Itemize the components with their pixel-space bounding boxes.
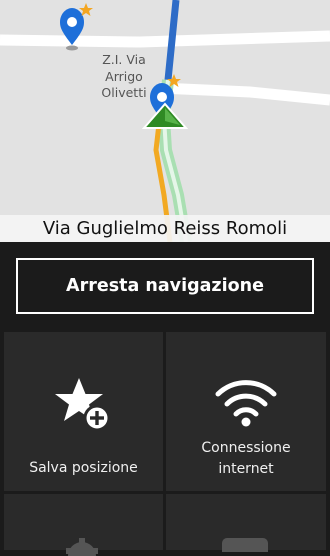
- wifi-icon: [215, 380, 277, 427]
- save-position-tile[interactable]: Salva posizione: [4, 332, 163, 491]
- navigation-arrow-icon: [141, 102, 189, 129]
- poi-label-line: Z.I. Via: [102, 52, 146, 67]
- stop-navigation-button[interactable]: Arresta navigazione: [16, 258, 314, 314]
- map-canvas: [0, 0, 330, 242]
- internet-connection-tile[interactable]: Connessione internet: [166, 332, 326, 491]
- map-view[interactable]: Z.I. Via Arrigo Olivetti: [0, 0, 330, 242]
- road: [159, 82, 330, 106]
- tile-four[interactable]: [166, 494, 326, 552]
- settings-gear-icon: [66, 538, 98, 556]
- poi-label: Z.I. Via Arrigo Olivetti: [96, 52, 152, 102]
- poi-label-line: Arrigo: [105, 68, 143, 84]
- internet-connection-text: Connessione internet: [201, 440, 291, 477]
- road: [0, 30, 330, 48]
- internet-connection-label: Connessione internet: [166, 438, 326, 480]
- save-position-label: Salva posizione: [29, 460, 138, 476]
- route-segment-blue: [164, 0, 180, 81]
- settings-tile[interactable]: [4, 494, 163, 556]
- poi-label-line: Olivetti: [101, 85, 147, 100]
- star-add-icon: [55, 378, 111, 432]
- current-street-name: Via Guglielmo Reiss Romoli: [0, 215, 330, 242]
